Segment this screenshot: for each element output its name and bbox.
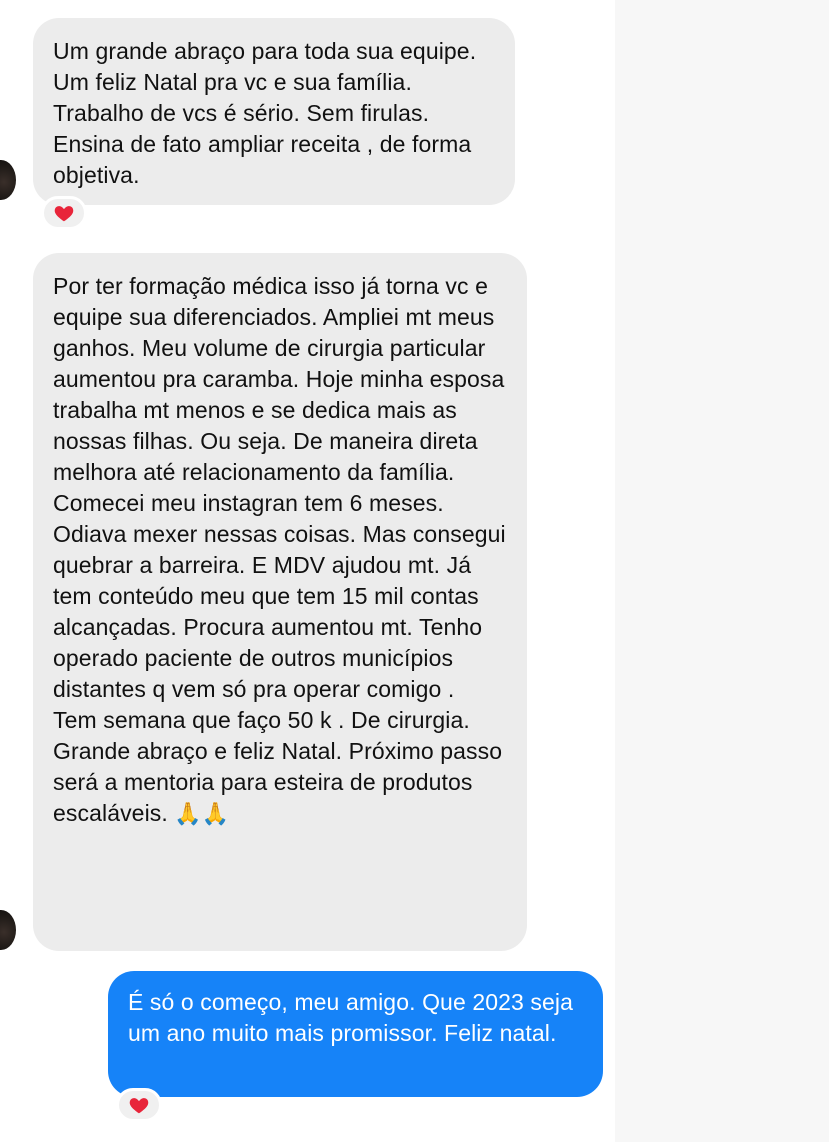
message-reaction[interactable] (41, 196, 87, 230)
praying-hands-emoji: 🙏🙏 (174, 802, 230, 827)
outgoing-message-bubble[interactable]: É só o começo, meu amigo. Que 2023 seja … (108, 971, 603, 1097)
message-text: É só o começo, meu amigo. Que 2023 seja … (128, 989, 573, 1046)
message-paragraph: Por ter formação médica isso já torna vc… (53, 273, 505, 485)
heart-icon (54, 206, 74, 222)
heart-icon (129, 1098, 149, 1114)
incoming-message-bubble[interactable]: Um grande abraço para toda sua equipe. U… (33, 18, 515, 205)
message-paragraph: Tem semana que faço 50 k . De cirurgia. (53, 707, 470, 733)
chat-screen: Um grande abraço para toda sua equipe. U… (0, 0, 829, 1142)
contact-avatar[interactable] (0, 160, 16, 200)
message-paragraph: Comecei meu instagran tem 6 meses. Odiav… (53, 490, 506, 702)
message-paragraph: Grande abraço e feliz Natal. Próximo pas… (53, 736, 507, 830)
incoming-message-bubble[interactable]: Por ter formação médica isso já torna vc… (33, 253, 527, 951)
message-reaction[interactable] (116, 1088, 162, 1122)
side-panel-background (615, 0, 829, 1142)
message-text: Grande abraço e feliz Natal. Próximo pas… (53, 738, 503, 826)
message-text: Um grande abraço para toda sua equipe. U… (53, 38, 477, 188)
contact-avatar[interactable] (0, 910, 16, 950)
